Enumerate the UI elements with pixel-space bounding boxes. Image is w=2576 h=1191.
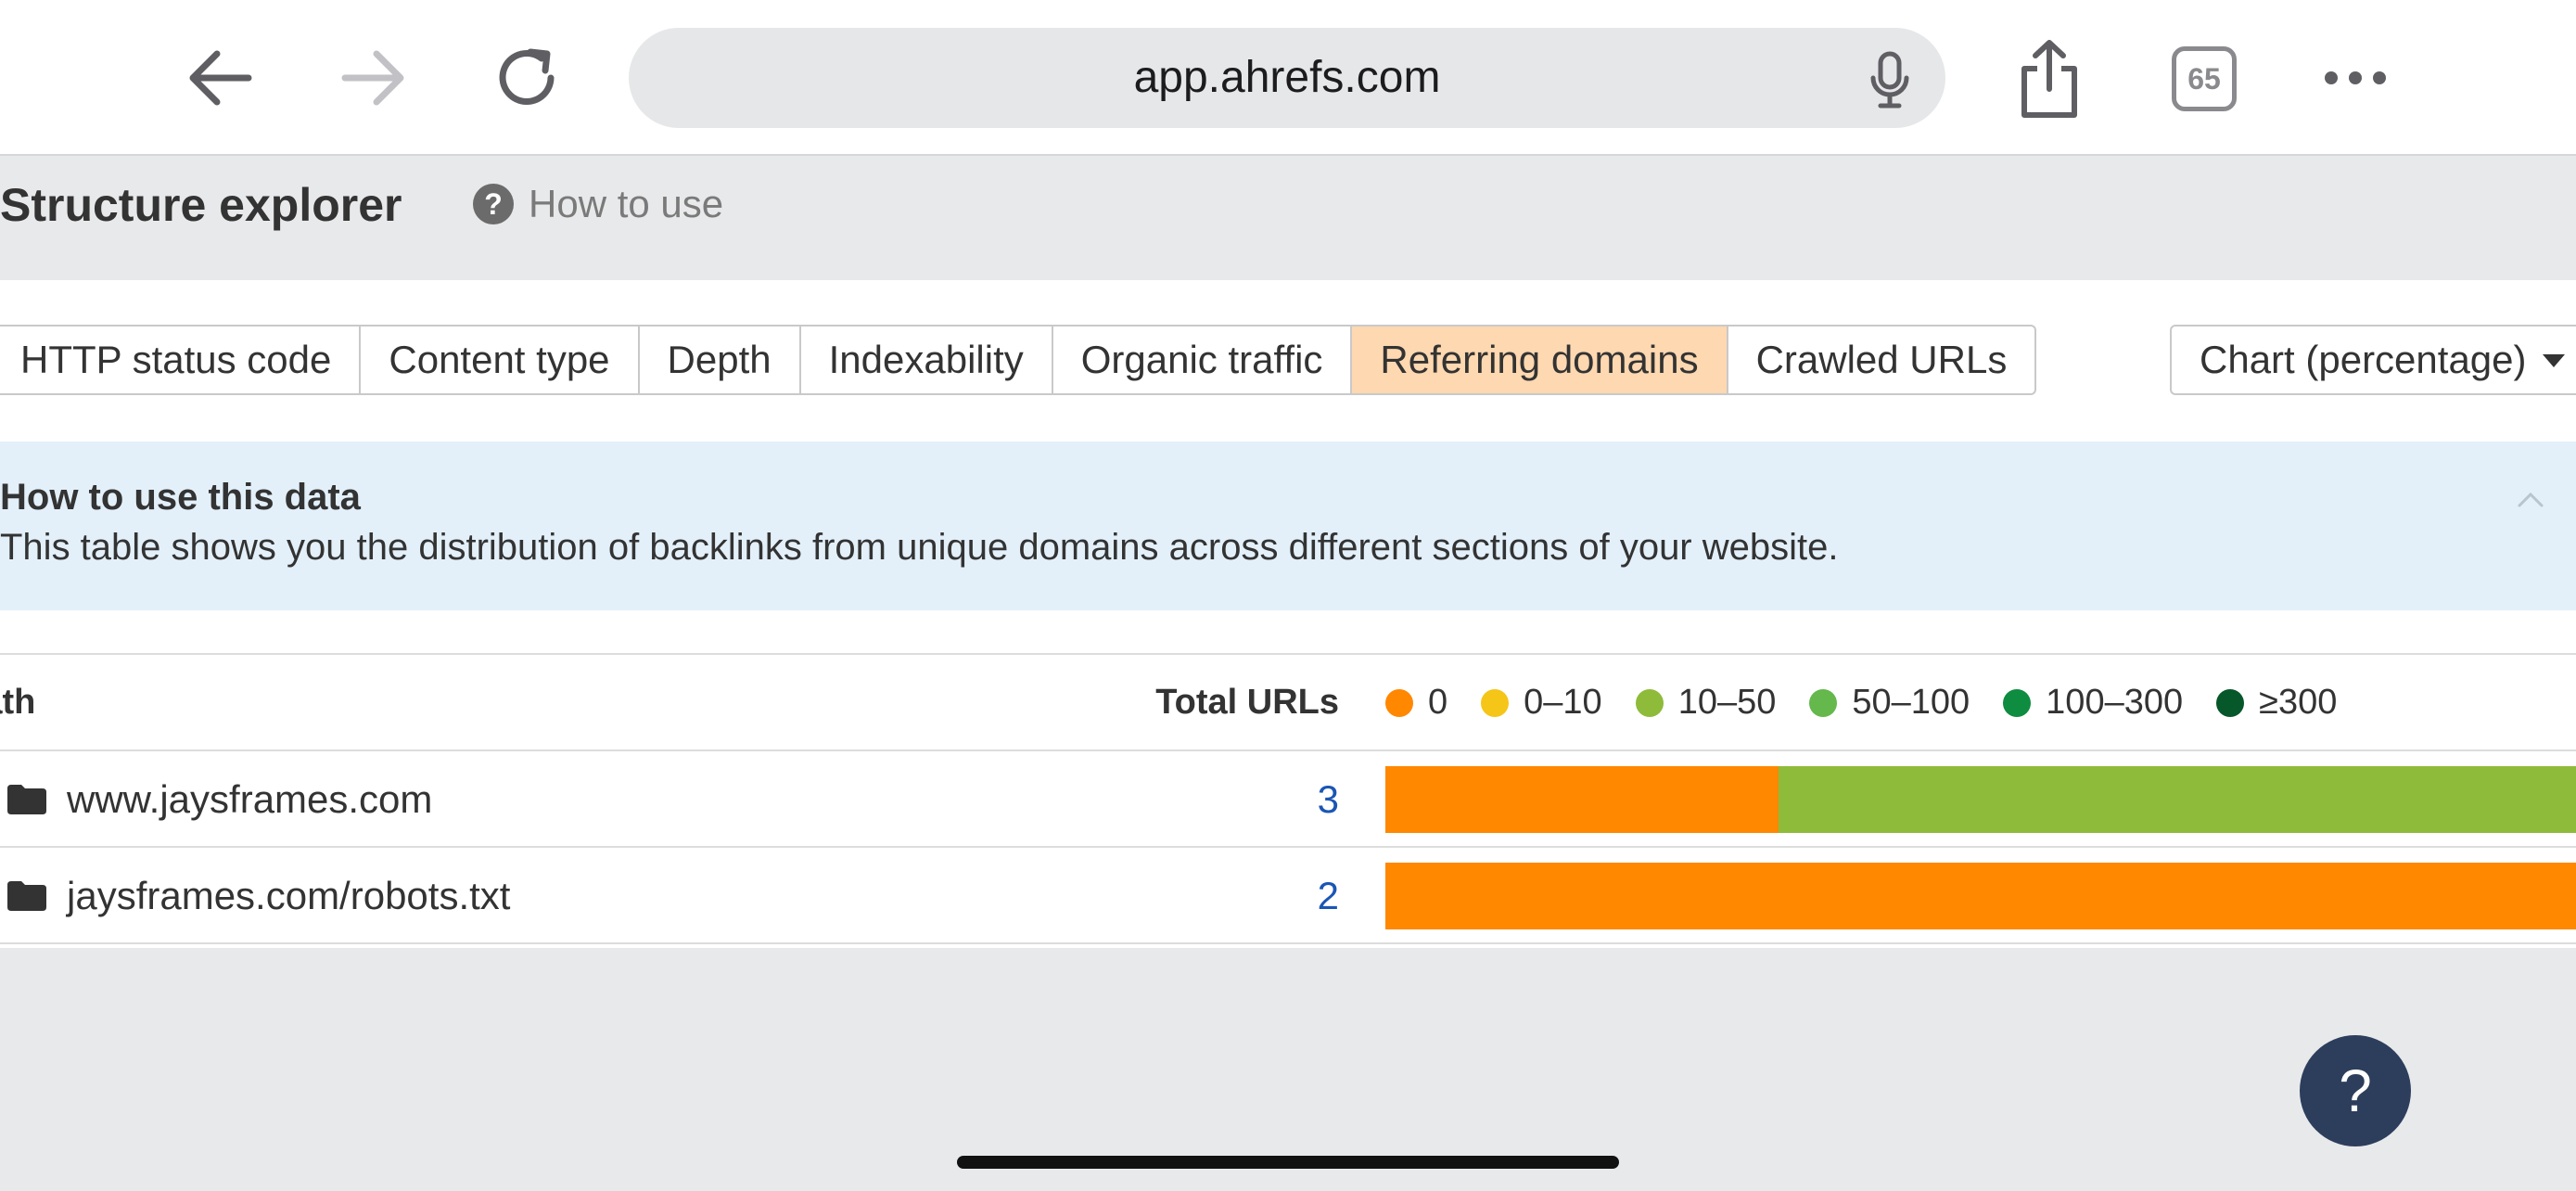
- info-title: How to use this data: [0, 477, 361, 518]
- info-panel: How to use this data This table shows yo…: [0, 442, 2576, 610]
- tab-indexability[interactable]: Indexability: [801, 327, 1053, 393]
- arrow-right-icon: [341, 50, 404, 106]
- reload-icon: [499, 48, 555, 105]
- legend-dot: [2003, 688, 2032, 717]
- legend-label: 100–300: [2046, 683, 2184, 722]
- share-icon: [2021, 40, 2077, 118]
- legend-item: ≥300: [2216, 683, 2337, 723]
- legend-label: 0–10: [1524, 683, 1602, 722]
- legend-item: 10–50: [1635, 683, 1777, 723]
- tabs-button[interactable]: 65: [2172, 46, 2237, 111]
- distribution-bar: [1385, 863, 2576, 929]
- url-text: app.ahrefs.com: [1133, 53, 1441, 102]
- view-mode-value: Chart (percentage): [2200, 338, 2527, 381]
- main-content: HTTP status code Content type Depth Inde…: [0, 280, 2576, 948]
- ellipsis-icon: [2325, 71, 2386, 84]
- folder-icon: [7, 785, 46, 814]
- how-to-use-link[interactable]: How to use: [529, 182, 723, 226]
- distribution-bar: [1385, 766, 2576, 833]
- info-text: This table shows you the distribution of…: [0, 527, 1839, 568]
- table-row: jaysframes.com/robots.txt 2: [0, 848, 2576, 944]
- bar-segment-0[interactable]: [1385, 766, 1779, 833]
- legend-label: ≥300: [2259, 683, 2338, 722]
- tab-referring-domains[interactable]: Referring domains: [1352, 327, 1728, 393]
- microphone-icon[interactable]: [1868, 50, 1912, 109]
- more-button[interactable]: [2318, 58, 2392, 98]
- row-path[interactable]: www.jaysframes.com: [67, 777, 432, 822]
- browser-toolbar: app.ahrefs.com 65: [0, 0, 2576, 156]
- back-button[interactable]: [182, 45, 256, 111]
- forward-button[interactable]: [338, 45, 412, 111]
- help-chat-button[interactable]: ?: [2300, 1035, 2411, 1146]
- column-header-total-urls: Total URLs: [1155, 683, 1339, 722]
- reload-button[interactable]: [490, 39, 567, 117]
- legend-item: 50–100: [1809, 683, 1970, 723]
- question-icon[interactable]: ?: [473, 184, 514, 224]
- bar-segment-10–50[interactable]: [1778, 766, 2576, 833]
- table-row: www.jaysframes.com 3: [0, 751, 2576, 848]
- legend-dot: [1635, 688, 1664, 717]
- tab-organic-traffic[interactable]: Organic traffic: [1053, 327, 1353, 393]
- legend-item: 100–300: [2003, 683, 2183, 723]
- legend-dot: [1481, 688, 1510, 717]
- view-mode-select[interactable]: Chart (percentage): [2170, 325, 2576, 395]
- legend-dot: [1809, 688, 1838, 717]
- page-title: Structure explorer: [0, 179, 402, 231]
- chevron-up-icon[interactable]: [2517, 486, 2544, 514]
- legend-label: 50–100: [1852, 683, 1970, 722]
- metric-tabs: HTTP status code Content type Depth Inde…: [0, 325, 2037, 395]
- legend-item: 0: [1385, 683, 1447, 723]
- folder-icon: [7, 881, 46, 911]
- table-header: Path Total URLs 0 0–10 10–50 50–100 100–…: [0, 655, 2576, 751]
- tab-crawled-urls[interactable]: Crawled URLs: [1728, 327, 2035, 393]
- arrow-left-icon: [189, 50, 252, 106]
- chart-legend: 0 0–10 10–50 50–100 100–300 ≥300: [1385, 683, 2370, 723]
- address-bar[interactable]: app.ahrefs.com: [629, 28, 1945, 128]
- row-path[interactable]: jaysframes.com/robots.txt: [67, 874, 510, 918]
- home-indicator: [957, 1156, 1619, 1169]
- tab-depth[interactable]: Depth: [640, 327, 801, 393]
- legend-label: 0: [1428, 683, 1448, 722]
- page-header: Structure explorer ? How to use: [0, 156, 2576, 280]
- tab-http-status-code[interactable]: HTTP status code: [0, 327, 362, 393]
- legend-dot: [2216, 688, 2245, 717]
- caret-down-icon: [2543, 354, 2565, 367]
- bar-segment-0[interactable]: [1385, 863, 2576, 929]
- row-total-urls-link[interactable]: 3: [1020, 777, 1339, 822]
- legend-item: 0–10: [1481, 683, 1602, 723]
- column-header-path: Path: [0, 683, 36, 722]
- row-total-urls-link[interactable]: 2: [1020, 874, 1339, 918]
- structure-table: Path Total URLs 0 0–10 10–50 50–100 100–…: [0, 653, 2576, 952]
- legend-label: 10–50: [1677, 683, 1777, 722]
- tab-content-type[interactable]: Content type: [361, 327, 640, 393]
- legend-dot: [1385, 688, 1413, 717]
- share-button[interactable]: [2012, 35, 2086, 121]
